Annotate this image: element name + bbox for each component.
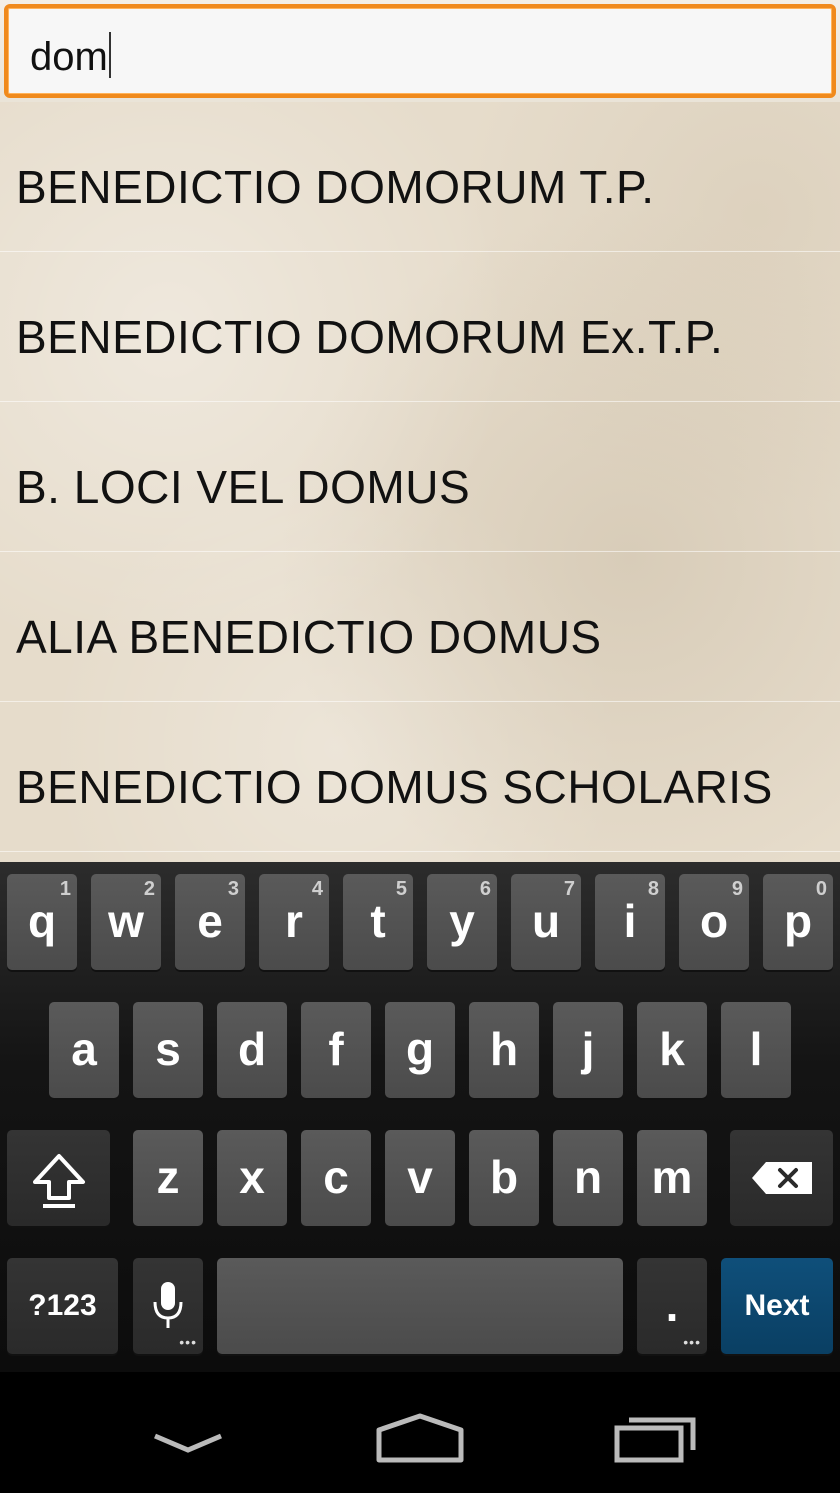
key-label: j [581,1023,595,1075]
result-label: BENEDICTIO DOMUS SCHOLARIS [16,761,773,813]
key-p[interactable]: 0p [763,874,833,970]
key-f[interactable]: f [301,1002,371,1098]
shift-key[interactable] [7,1130,110,1226]
result-label: BENEDICTIO DOMORUM T.P. [16,161,655,213]
key-label: w [108,895,144,947]
key-d[interactable]: d [217,1002,287,1098]
search-query: dom [30,35,108,79]
key-h[interactable]: h [469,1002,539,1098]
key-c[interactable]: c [301,1130,371,1226]
next-key[interactable]: Next [721,1258,833,1354]
key-w[interactable]: 2w [91,874,161,970]
key-t[interactable]: 5t [343,874,413,970]
key-n[interactable]: n [553,1130,623,1226]
microphone-icon [150,1280,186,1332]
key-label: ?123 [28,1289,97,1322]
result-item[interactable]: BENEDICTIO DOMORUM T.P. [0,102,840,252]
key-b[interactable]: b [469,1130,539,1226]
key-label: c [323,1151,349,1203]
symbols-key[interactable]: ?123 [7,1258,118,1354]
key-l[interactable]: l [721,1002,791,1098]
key-label: p [783,895,813,947]
key-label: e [197,895,223,947]
key-label: g [405,1023,435,1075]
result-item[interactable]: BENEDICTIO DOMUS SCHOLARIS [0,702,840,852]
more-dots-icon: ••• [683,1334,701,1350]
key-q[interactable]: 1q [7,874,77,970]
key-u[interactable]: 7u [511,874,581,970]
recent-apps-icon [597,1417,707,1472]
key-label: m [651,1151,693,1203]
more-dots-icon: ••• [179,1334,197,1350]
key-x[interactable]: x [217,1130,287,1226]
key-r[interactable]: 4r [259,874,329,970]
key-s[interactable]: s [133,1002,203,1098]
backspace-icon [750,1160,814,1196]
home-icon [365,1413,475,1472]
result-label: BENEDICTIO DOMORUM Ex.T.P. [16,311,724,363]
key-i[interactable]: 8i [595,874,665,970]
key-label: Next [744,1289,810,1322]
soft-keyboard: 1q 2w 3e 4r 5t 6y 7u 8i 9o 0p a s d f g … [0,862,840,1372]
back-button[interactable] [133,1408,243,1468]
key-label: o [699,895,729,947]
key-g[interactable]: g [385,1002,455,1098]
back-icon [133,1433,243,1472]
key-z[interactable]: z [133,1130,203,1226]
key-label: f [328,1023,344,1075]
key-o[interactable]: 9o [679,874,749,970]
microphone-key[interactable]: ••• [133,1258,203,1354]
results-list: BENEDICTIO DOMORUM T.P. BENEDICTIO DOMOR… [0,102,840,862]
result-item[interactable]: BENEDICTIO DOMORUM Ex.T.P. [0,252,840,402]
period-key[interactable]: . ••• [637,1258,707,1354]
search-bar: dom [0,0,840,102]
search-input[interactable]: dom [4,4,836,98]
key-label: u [531,895,561,947]
key-m[interactable]: m [637,1130,707,1226]
result-item[interactable]: B. LOCI VEL DOMUS [0,402,840,552]
result-label: ALIA BENEDICTIO DOMUS [16,611,602,663]
key-label: x [239,1151,265,1203]
key-label: z [156,1151,180,1203]
search-input-text[interactable]: dom [30,32,111,82]
key-label: l [749,1023,763,1075]
key-label: d [237,1023,267,1075]
result-item[interactable]: ALIA BENEDICTIO DOMUS [0,552,840,702]
key-label: . [665,1279,679,1331]
key-label: y [449,895,475,947]
key-label: s [155,1023,181,1075]
key-label: v [407,1151,433,1203]
shift-icon [31,1152,87,1212]
key-label: a [71,1023,97,1075]
key-label: r [285,895,303,947]
backspace-key[interactable] [730,1130,833,1226]
key-label: n [573,1151,603,1203]
key-label: t [370,895,386,947]
text-cursor [108,32,111,78]
key-v[interactable]: v [385,1130,455,1226]
key-j[interactable]: j [553,1002,623,1098]
key-label: q [27,895,57,947]
key-label: k [659,1023,685,1075]
home-button[interactable] [365,1408,475,1468]
key-k[interactable]: k [637,1002,707,1098]
space-key[interactable] [217,1258,623,1354]
key-y[interactable]: 6y [427,874,497,970]
navigation-bar [0,1372,840,1493]
key-a[interactable]: a [49,1002,119,1098]
key-label: h [489,1023,519,1075]
key-e[interactable]: 3e [175,874,245,970]
result-label: B. LOCI VEL DOMUS [16,461,471,513]
key-label: i [623,895,637,947]
key-label: b [489,1151,519,1203]
recent-apps-button[interactable] [597,1408,707,1468]
